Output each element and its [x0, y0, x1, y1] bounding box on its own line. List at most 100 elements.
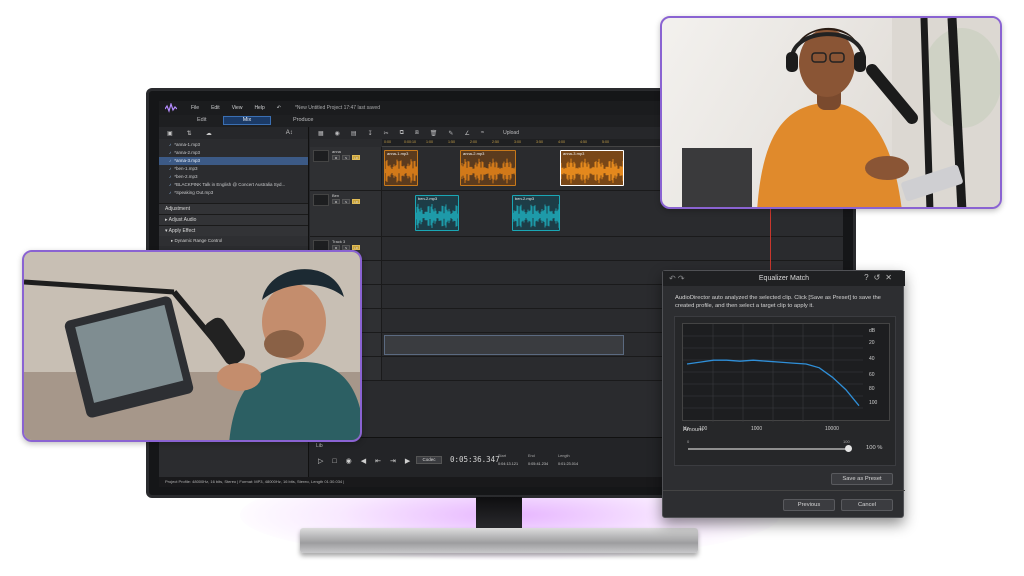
audio-clip[interactable]: ben-2.mp3	[415, 195, 459, 231]
woman-illustration	[682, 18, 1000, 207]
save-as-preset-button[interactable]: Save as Preset	[831, 473, 893, 485]
help-icon[interactable]: ?	[864, 273, 873, 282]
back-arrow-icon[interactable]: ↶ ↷	[669, 274, 685, 283]
adjustment-header: Adjustment	[159, 203, 308, 214]
sort-icon[interactable]: ⇅	[187, 130, 192, 137]
pause-icon[interactable]: ◉	[346, 457, 352, 465]
ruler-tick: 0:00	[384, 140, 391, 144]
selection-region[interactable]	[384, 335, 624, 355]
waveform-graphic	[416, 203, 458, 229]
clip-name: anna-3.mp3	[563, 151, 585, 156]
adjust-audio-label: Adjust Audio	[168, 217, 197, 223]
mode-mix-tab[interactable]: Mix	[223, 116, 271, 125]
prev-icon[interactable]: ◀	[361, 457, 366, 465]
x-tick: 10000	[825, 426, 839, 432]
adjust-audio-section[interactable]: ▸ Adjust Audio	[159, 214, 308, 225]
library-file[interactable]: *anna-2.mp3	[159, 149, 308, 157]
library-file[interactable]: *anna-1.mp3	[159, 141, 308, 149]
marker-icon[interactable]: ↧	[368, 130, 373, 137]
text-size-icon[interactable]: A↕	[286, 130, 293, 136]
y-tick: 20	[869, 340, 875, 346]
amount-slider-track[interactable]	[688, 448, 848, 450]
length-value: 0:01:23.014	[558, 462, 579, 466]
mode-edit-tab[interactable]: Edit	[197, 117, 206, 123]
audio-clip[interactable]: anna-2.mp3	[460, 150, 516, 186]
clip-name: anna-1.mp3	[387, 151, 409, 156]
y-unit: dB	[869, 328, 876, 334]
monitor-stand-neck	[476, 497, 522, 529]
amount-max: 100	[843, 439, 850, 444]
track-header: Ben M S LR	[310, 191, 382, 236]
waveform-graphic	[513, 204, 559, 228]
library-label[interactable]: Lib	[316, 443, 323, 449]
upload-button[interactable]: Upload	[503, 130, 519, 136]
trim-icon[interactable]: ∠	[464, 130, 469, 137]
mute-button[interactable]: M	[332, 155, 340, 160]
menu-file[interactable]: File	[191, 105, 199, 111]
solo-button[interactable]: S	[342, 199, 350, 204]
fade-icon[interactable]: ≈	[481, 130, 484, 136]
play-icon[interactable]: ▷	[318, 457, 323, 465]
layers-icon[interactable]: ▤	[351, 130, 357, 137]
menu-view[interactable]: View	[232, 105, 243, 111]
cloud-icon[interactable]: ☁	[206, 130, 212, 137]
waveform-path	[385, 159, 417, 183]
amount-value: 100 %	[866, 445, 883, 451]
waveform-thumb-icon	[313, 194, 329, 206]
previous-button[interactable]: Previous	[783, 499, 835, 511]
clip-name: ben-2.mp3	[418, 196, 438, 201]
forward-icon[interactable]: ⇥	[390, 457, 396, 465]
audio-clip-selected[interactable]: anna-3.mp3	[560, 150, 624, 186]
cancel-button[interactable]: Cancel	[841, 499, 893, 511]
amount-label: Amount	[683, 427, 703, 433]
project-title: *New Untitled Project 17:47 last saved	[294, 105, 380, 111]
mix-tool-icon[interactable]: ▦	[318, 130, 324, 137]
dialog-window-controls: ?↺✕	[864, 273, 897, 282]
import-icon[interactable]: ▣	[167, 130, 173, 137]
audio-clip[interactable]: ben-2.mp3	[512, 195, 560, 231]
stop-icon[interactable]: □	[332, 458, 336, 465]
undo-icon[interactable]: ↶	[277, 105, 281, 111]
audio-clip[interactable]: anna-1.mp3	[384, 150, 418, 186]
paste-icon[interactable]: ⧈	[415, 130, 419, 137]
library-file[interactable]: *ben-1.mp3	[159, 165, 308, 173]
codec-button[interactable]: Codec	[416, 456, 442, 464]
delete-icon[interactable]: 🗑	[430, 130, 438, 137]
waveform-thumb-icon	[313, 150, 329, 162]
y-tick: 40	[869, 356, 875, 362]
split-icon[interactable]: ✂	[384, 130, 389, 137]
rewind-icon[interactable]: ⇤	[375, 457, 381, 465]
library-file[interactable]: *BLACKPINK Talk in English @ Concert Aus…	[159, 181, 308, 189]
mode-produce-tab[interactable]: Produce	[293, 117, 314, 123]
library-file[interactable]: *ben-2.mp3	[159, 173, 308, 181]
next-icon[interactable]: ▶	[405, 457, 410, 465]
restore-icon[interactable]: ↺	[874, 273, 886, 282]
x-tick: 1000	[751, 426, 763, 432]
library-file[interactable]: *Speaking Out.mp3	[159, 189, 308, 197]
amount-slider-handle[interactable]	[845, 445, 852, 452]
track-3[interactable]: Track 3 M S LR	[310, 237, 843, 261]
podcaster-woman-photo	[660, 16, 1002, 209]
close-icon[interactable]: ✕	[885, 273, 897, 282]
library-toolbar: ▣ ⇅ ☁ A↕	[159, 127, 308, 139]
waveform-graphic	[561, 158, 623, 184]
lr-button[interactable]: LR	[352, 199, 360, 204]
library-file-selected[interactable]: *anna-3.mp3	[159, 157, 308, 165]
monitor-stand-base	[300, 528, 698, 553]
solo-button[interactable]: S	[342, 155, 350, 160]
menu-help[interactable]: Help	[254, 105, 264, 111]
record-tool-icon[interactable]: ◉	[335, 130, 340, 137]
waveform-graphic	[461, 158, 515, 184]
waveform-path	[461, 158, 515, 184]
copy-icon[interactable]: ⧉	[400, 130, 404, 137]
menu-edit[interactable]: Edit	[211, 105, 220, 111]
mute-button[interactable]: M	[332, 199, 340, 204]
clip-name: anna-2.mp3	[463, 151, 485, 156]
track-name: Track 3	[332, 239, 346, 244]
apply-effect-label: Apply Effect	[168, 228, 196, 234]
apply-effect-section[interactable]: ▾ Apply Effect	[159, 225, 308, 236]
pen-icon[interactable]: ✎	[448, 130, 453, 137]
effect-dynamic-range[interactable]: ▸ Dynamic Range Control	[159, 236, 308, 246]
ruler-tick: 1:50	[448, 140, 455, 144]
lr-button[interactable]: LR	[352, 155, 360, 160]
